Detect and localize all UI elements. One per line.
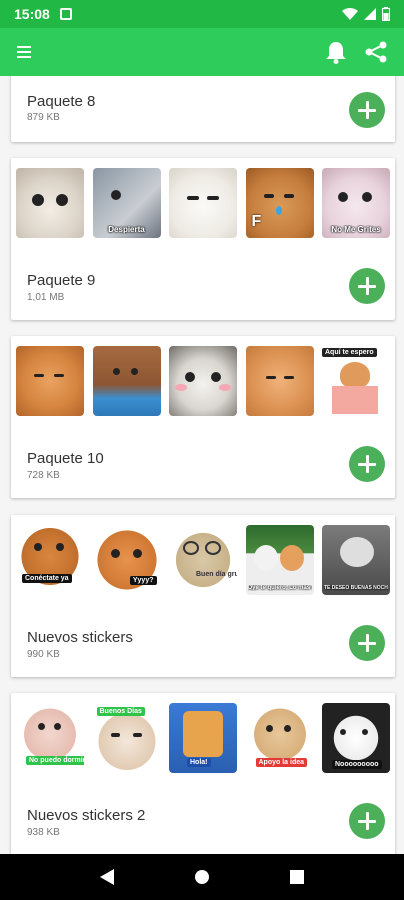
sticker-image: No puedo dormir	[16, 703, 84, 773]
share-icon[interactable]	[356, 32, 396, 72]
sticker-image: Buen día grupo	[169, 525, 237, 595]
sticker-caption: Nooooooooo	[332, 760, 382, 769]
pack-title: Nuevos stickers	[27, 629, 133, 646]
sticker-caption: No puedo dormir	[26, 756, 84, 765]
signal-icon	[364, 8, 376, 20]
sticker-image: Nooooooooo	[322, 703, 390, 773]
sticker-image	[245, 346, 314, 416]
status-time: 15:08	[14, 6, 50, 22]
add-pack-button[interactable]	[349, 803, 385, 839]
pack-title: Nuevos stickers 2	[27, 807, 146, 824]
sticker-row: Conéctate ya Yyyy? Buen día grupo Oye te…	[16, 525, 390, 599]
sticker-caption: Despierta	[108, 225, 145, 234]
sticker-image: Aquí te espero	[322, 346, 390, 416]
status-bar: 15:08	[0, 0, 404, 28]
sticker-row: Despierta F No Me Grites	[16, 168, 390, 242]
sticker-image: Despierta	[92, 168, 161, 238]
pack-size: 990 KB	[27, 649, 60, 660]
pack-title: Paquete 9	[27, 272, 96, 289]
pack-size: 879 KB	[27, 112, 60, 123]
wifi-icon	[342, 7, 358, 21]
sticker-caption: Buenos Días	[96, 707, 145, 716]
sticker-image	[169, 346, 237, 416]
pack-card[interactable]: No puedo dormir Buenos Días Hola! Apoyo …	[11, 693, 395, 854]
back-icon[interactable]	[87, 857, 127, 897]
sticker-caption: Apoyo la idea	[255, 758, 308, 767]
sticker-image: TE DESEO BUENAS NOCHES	[322, 525, 390, 595]
sticker-row: No puedo dormir Buenos Días Hola! Apoyo …	[16, 703, 390, 777]
navigation-bar	[0, 854, 404, 900]
sticker-row: Aquí te espero	[16, 346, 390, 420]
home-icon[interactable]	[182, 857, 222, 897]
pack-card[interactable]: Conéctate ya Yyyy? Buen día grupo Oye te…	[11, 515, 395, 677]
add-pack-button[interactable]	[349, 92, 385, 128]
sticker-image: Buenos Días	[92, 703, 161, 773]
pack-card[interactable]: Aquí te espero Paquete 10 728 KB	[11, 336, 395, 498]
sticker-image	[169, 168, 237, 238]
hamburger-menu-icon[interactable]	[8, 36, 40, 68]
sticker-caption: Aquí te espero	[322, 348, 377, 357]
app-bar	[0, 28, 404, 76]
pack-size: 1,01 MB	[27, 292, 65, 303]
status-icons	[342, 7, 390, 21]
sticker-caption: Yyyy?	[129, 576, 157, 585]
sticker-image	[16, 346, 84, 416]
sticker-image: Hola!	[169, 703, 237, 773]
sticker-caption: Buen día grupo	[196, 571, 237, 578]
sticker-image	[92, 346, 161, 416]
image-notification-icon	[59, 8, 72, 20]
sticker-image: Apoyo la idea	[245, 703, 314, 773]
sticker-caption: TE DESEO BUENAS NOCHES	[324, 585, 388, 591]
sticker-caption: Hola!	[187, 758, 211, 767]
pack-card[interactable]: Despierta F No Me Grites Paquete 9 1,01 …	[11, 158, 395, 320]
add-pack-button[interactable]	[349, 625, 385, 661]
recents-icon[interactable]	[277, 857, 317, 897]
bell-icon[interactable]	[316, 32, 356, 72]
pack-size: 728 KB	[27, 470, 60, 481]
sticker-caption: No Me Grites	[331, 225, 381, 234]
sticker-caption: Oye te quiero, Lo más a lugar	[247, 585, 312, 591]
pack-title: Paquete 8	[27, 93, 96, 110]
sticker-image: Conéctate ya	[16, 525, 84, 595]
pack-card[interactable]: Paquete 8 879 KB	[11, 76, 395, 142]
sticker-image: Yyyy?	[92, 525, 161, 595]
sticker-image: F	[245, 168, 314, 238]
add-pack-button[interactable]	[349, 268, 385, 304]
pack-title: Paquete 10	[27, 450, 104, 467]
pack-list: Paquete 8 879 KB Despierta F No Me Grite…	[0, 76, 404, 854]
sticker-caption: Conéctate ya	[22, 574, 72, 583]
add-pack-button[interactable]	[349, 446, 385, 482]
sticker-image: No Me Grites	[322, 168, 390, 238]
sticker-image: Oye te quiero, Lo más a lugar	[245, 525, 314, 595]
pack-size: 938 KB	[27, 827, 60, 838]
battery-icon	[382, 7, 390, 21]
sticker-image	[16, 168, 84, 238]
